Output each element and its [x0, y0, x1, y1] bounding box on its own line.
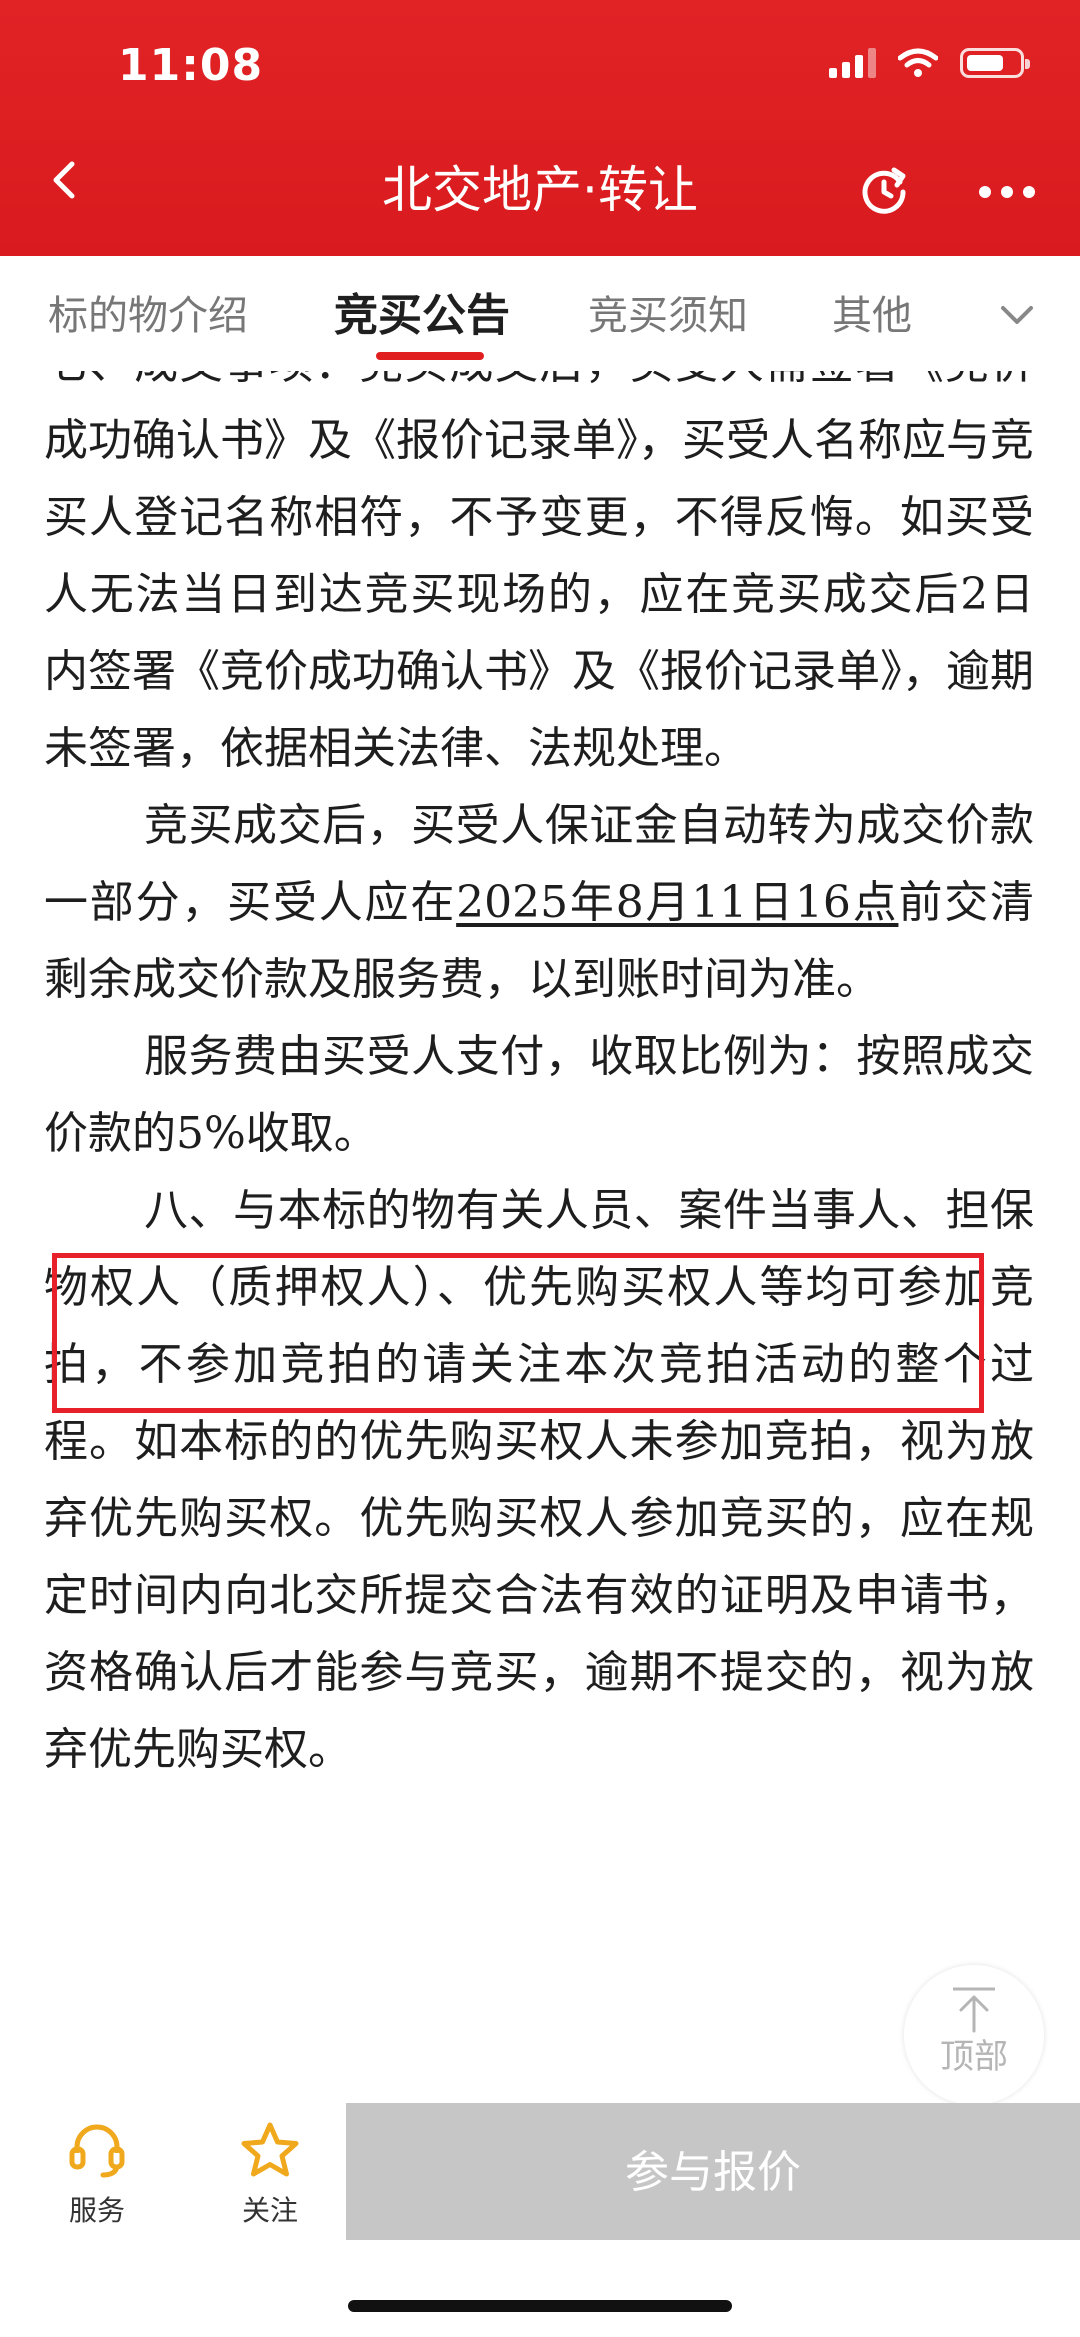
tab-item-announcement[interactable]: 竞买公告: [334, 290, 510, 342]
back-to-top-label: 顶部: [940, 2037, 1008, 2077]
headset-icon: [69, 2124, 125, 2178]
app-header: 11:08 北交地产·转让: [0, 0, 1080, 256]
tab-item-notice[interactable]: 竞买须知: [588, 290, 748, 342]
chevron-down-icon[interactable]: [995, 296, 1039, 336]
tab-item-other[interactable]: 其他: [832, 290, 912, 342]
paragraph-service-fee: 服务费由买受人支付，收取比例为：按照成交价款的5%收取。: [44, 1031, 1034, 1159]
arrow-up-icon: [953, 1987, 995, 2033]
paragraph-payment: 竞买成交后，买受人保证金自动转为成交价款一部分，买受人应在2025年8月11日1…: [44, 787, 1034, 1018]
page-title: 北交地产·转让: [382, 161, 698, 219]
home-indicator: [348, 2300, 732, 2312]
paragraph-priority-rights: 八、与本标的物有关人员、案件当事人、担保物权人（质押权人）、优先购买权人等均可参…: [44, 1185, 1034, 1775]
service-button[interactable]: 服务: [47, 2121, 147, 2229]
paragraph-settlement: 七、成交事项：竞买成交后，买受人需签署《竞价成功确认书》及《报价记录单》，买受人…: [44, 371, 1034, 774]
announcement-content: 七、成交事项：竞买成交后，买受人需签署《竞价成功确认书》及《报价记录单》，买受人…: [44, 371, 1034, 2103]
service-label: 服务: [68, 2194, 125, 2227]
follow-button[interactable]: 关注: [220, 2121, 320, 2229]
status-time: 11:08: [118, 40, 264, 91]
back-to-top-button[interactable]: 顶部: [904, 1965, 1044, 2105]
payment-deadline: 2025年8月11日16点: [456, 877, 899, 928]
active-tab-indicator: [376, 352, 484, 360]
tab-item-intro[interactable]: 标的物介绍: [48, 290, 248, 342]
refresh-icon[interactable]: [856, 162, 912, 218]
status-icons: [829, 48, 1030, 78]
wifi-icon: [898, 48, 938, 77]
battery-icon: [960, 48, 1030, 78]
tab-bar: 标的物介绍 竞买公告 竞买须知 其他: [0, 256, 1080, 371]
follow-label: 关注: [241, 2194, 298, 2227]
cellular-signal-icon: [829, 48, 876, 78]
star-icon: [241, 2122, 299, 2177]
more-options-icon[interactable]: [975, 170, 1039, 214]
submit-bid-button[interactable]: 参与报价: [346, 2103, 1080, 2240]
